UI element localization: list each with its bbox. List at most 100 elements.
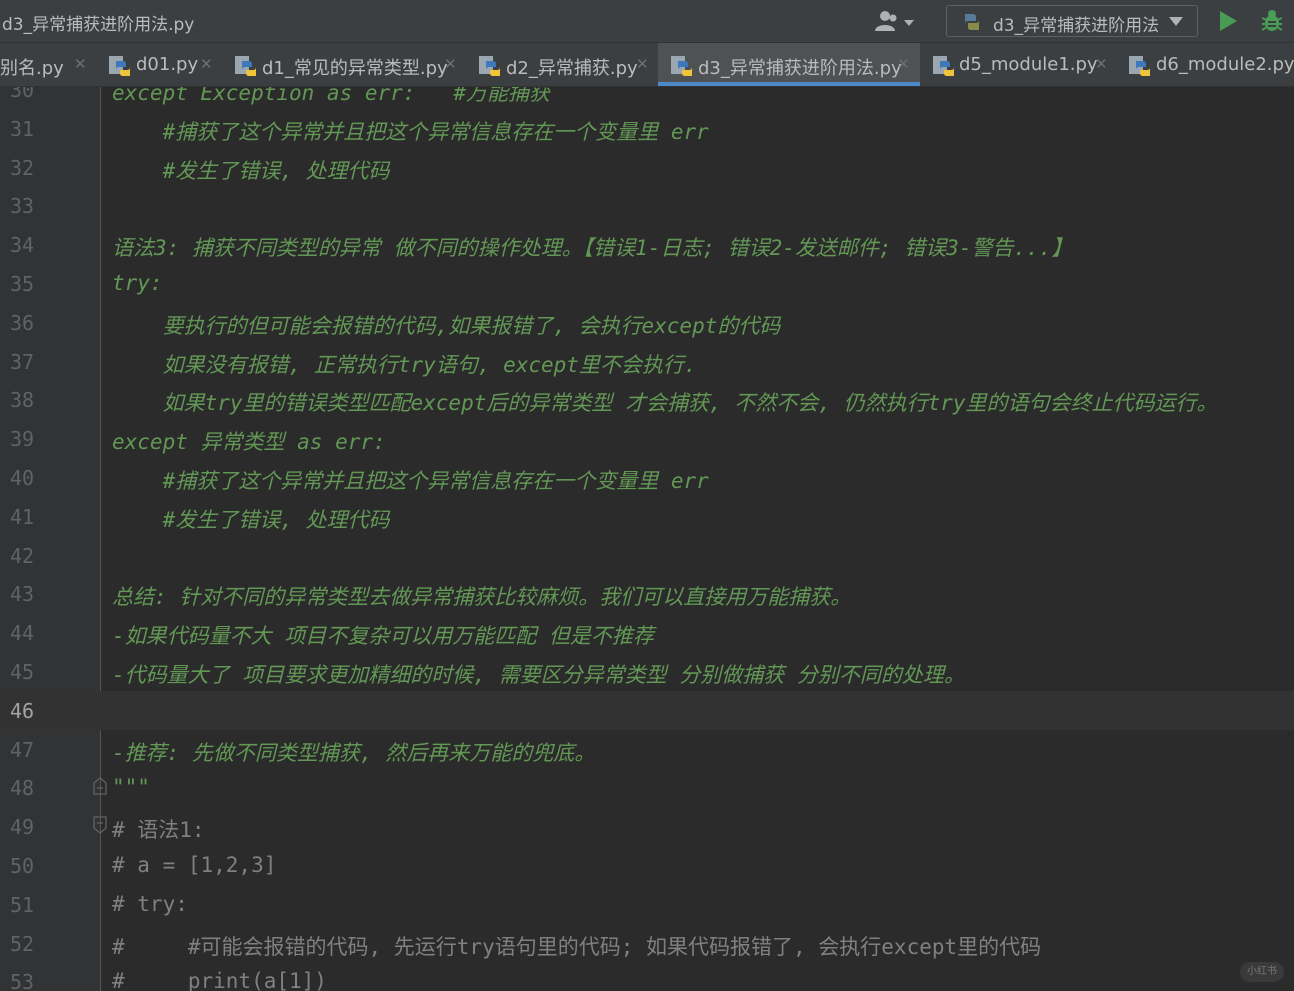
fold-start-icon[interactable]	[92, 816, 108, 834]
close-icon[interactable]: ✕	[636, 55, 649, 73]
line-number: 47	[10, 737, 35, 762]
code-line[interactable]: 36 要执行的但可能会报错的代码,如果报错了, 会执行except的代码	[0, 303, 1294, 342]
code-text: except Exception as err: #万能捕获	[112, 87, 551, 105]
code-line[interactable]: 47 -推荐: 先做不同类型捕获, 然后再来万能的兜底。	[0, 730, 1294, 769]
line-number: 34	[10, 233, 35, 258]
code-text: # a = [1,2,3]	[112, 853, 277, 877]
code-text: #捕获了这个异常并且把这个异常信息存在一个变量里 err	[112, 119, 709, 144]
run-config-label: d3_异常捕获进阶用法	[993, 16, 1160, 36]
tab-label: d01.py	[136, 54, 199, 75]
line-number: 43	[10, 582, 35, 607]
code-text: # #可能会报错的代码, 先运行try语句里的代码; 如果代码报错了, 会执行e…	[112, 934, 1042, 959]
code-line[interactable]: 41 #发生了错误, 处理代码	[0, 497, 1294, 536]
tab-d1-exception-types[interactable]: d1_常见的异常类型.py ✕	[224, 43, 468, 86]
code-line[interactable]: 53 # print(a[1])	[0, 962, 1294, 991]
python-file-icon	[965, 14, 979, 30]
code-text: """	[112, 775, 150, 800]
code-line[interactable]: 43 总结: 针对不同的异常类型去做异常捕获比较麻烦。我们可以直接用万能捕获。	[0, 574, 1294, 613]
run-configuration-selector[interactable]: d3_异常捕获进阶用法	[946, 5, 1198, 37]
code-line[interactable]: 48 """	[0, 768, 1294, 807]
run-button[interactable]	[1218, 10, 1238, 36]
line-number: 44	[10, 621, 35, 646]
line-number: 53	[10, 970, 35, 991]
line-number: 42	[10, 543, 35, 568]
line-number: 40	[10, 466, 35, 490]
python-file-icon	[933, 56, 954, 76]
code-text: 要执行的但可能会报错的代码,如果报错了, 会执行except的代码	[112, 313, 781, 338]
code-line[interactable]: 31 #捕获了这个异常并且把这个异常信息存在一个变量里 err	[0, 109, 1294, 148]
code-line[interactable]: 35 try:	[0, 264, 1294, 303]
line-number: 31	[10, 116, 35, 141]
code-line[interactable]: 46	[0, 690, 1294, 730]
tab-alias[interactable]: 别名.py ✕	[0, 43, 98, 86]
close-icon[interactable]: ✕	[897, 55, 910, 73]
tab-label: 别名.py	[0, 58, 64, 79]
code-text: except 异常类型 as err:	[112, 430, 386, 455]
code-line[interactable]: 52 # #可能会报错的代码, 先运行try语句里的代码; 如果代码报错了, 会执…	[0, 924, 1294, 963]
code-line[interactable]: 45 -代码量大了 项目要求更加精细的时候, 需要区分异常类型 分别做捕获 分别不…	[0, 652, 1294, 691]
debug-button[interactable]	[1259, 8, 1285, 38]
code-text: -代码量大了 项目要求更加精细的时候, 需要区分异常类型 分别做捕获 分别不同的…	[112, 663, 965, 687]
code-line[interactable]: 42	[0, 536, 1294, 575]
code-text: 语法3: 捕获不同类型的异常 做不同的操作处理。【错误1-日志; 错误2-发送邮…	[112, 236, 1073, 261]
python-file-icon	[109, 56, 130, 76]
code-editor[interactable]: 30 except Exception as err: #万能捕获 31 #捕获了这…	[0, 87, 1294, 991]
close-icon[interactable]: ✕	[74, 55, 87, 73]
tab-d5-module1[interactable]: d5_module1.py ✕	[920, 43, 1118, 86]
python-file-icon	[671, 56, 692, 76]
code-text: #捕获了这个异常并且把这个异常信息存在一个变量里 err	[112, 469, 709, 493]
tab-label: d3_异常捕获进阶用法.py	[698, 58, 902, 79]
user-menu-button[interactable]	[872, 9, 918, 33]
line-number: 49	[10, 815, 35, 840]
tab-d01[interactable]: d01.py ✕	[98, 43, 224, 86]
code-text: 总结: 针对不同的异常类型去做异常捕获比较麻烦。我们可以直接用万能捕获。	[112, 585, 852, 610]
python-file-icon	[479, 56, 500, 76]
tab-label: d6_module2.py	[1156, 54, 1294, 75]
code-line[interactable]: 44 -如果代码量不大 项目不复杂可以用万能匹配 但是不推荐	[0, 613, 1294, 652]
fold-end-icon[interactable]	[92, 777, 108, 795]
line-number: 30	[10, 87, 35, 102]
code-line[interactable]: 34 语法3: 捕获不同类型的异常 做不同的操作处理。【错误1-日志; 错误2-发…	[0, 225, 1294, 264]
tab-d6-module2[interactable]: d6_module2.py	[1118, 43, 1294, 86]
tab-d3-advanced-exception[interactable]: d3_异常捕获进阶用法.py ✕	[658, 43, 920, 86]
code-line[interactable]: 51 # try:	[0, 885, 1294, 924]
line-number: 50	[10, 854, 35, 878]
line-number: 45	[10, 660, 35, 684]
code-text: # 语法1:	[112, 818, 205, 843]
code-line[interactable]: 32 #发生了错误, 处理代码	[0, 148, 1294, 187]
python-file-icon	[235, 56, 256, 76]
tab-label: d1_常见的异常类型.py	[262, 58, 448, 79]
line-number: 41	[10, 504, 35, 529]
code-text: 如果try里的错误类型匹配except后的异常类型 才会捕获, 不然不会, 仍然…	[112, 391, 1218, 416]
line-number: 38	[10, 388, 35, 413]
code-text: #发生了错误, 处理代码	[112, 158, 390, 183]
code-line[interactable]: 50 # a = [1,2,3]	[0, 846, 1294, 885]
tab-d2-exception-catch[interactable]: d2_异常捕获.py ✕	[468, 43, 658, 86]
debug-icon	[1261, 10, 1283, 31]
code-line[interactable]: 33	[0, 186, 1294, 225]
chevron-down-icon	[1169, 17, 1183, 26]
code-line[interactable]: 38 如果try里的错误类型匹配except后的异常类型 才会捕获, 不然不会,…	[0, 380, 1294, 419]
run-icon	[1220, 11, 1237, 31]
code-line[interactable]: 49 # 语法1:	[0, 807, 1294, 846]
line-number: 48	[10, 776, 35, 801]
line-number: 51	[10, 892, 35, 917]
code-text: #发生了错误, 处理代码	[112, 507, 390, 532]
editor-tab-bar: 别名.py ✕ d01.py ✕ d1_常见的异常类型.py ✕ d2_异常捕获…	[0, 43, 1294, 87]
close-icon[interactable]: ✕	[200, 55, 213, 73]
line-number: 33	[10, 194, 35, 219]
user-icon	[875, 11, 914, 31]
python-file-icon	[1129, 56, 1150, 76]
tab-label: d5_module1.py	[959, 54, 1098, 75]
close-icon[interactable]: ✕	[1095, 55, 1108, 73]
code-line[interactable]: 30 except Exception as err: #万能捕获	[0, 87, 1294, 109]
code-text: -推荐: 先做不同类型捕获, 然后再来万能的兜底。	[112, 740, 596, 765]
code-line[interactable]: 37 如果没有报错, 正常执行try语句, except里不会执行.	[0, 342, 1294, 381]
title-bar: d3_异常捕获进阶用法.py d3_异常捕获进阶用法	[0, 0, 1294, 43]
code-line[interactable]: 39 except 异常类型 as err:	[0, 419, 1294, 458]
tab-label: d2_异常捕获.py	[506, 58, 638, 79]
close-icon[interactable]: ✕	[444, 55, 457, 73]
window-title: d3_异常捕获进阶用法.py	[2, 15, 195, 35]
code-line[interactable]: 40 #捕获了这个异常并且把这个异常信息存在一个变量里 err	[0, 458, 1294, 497]
line-number: 32	[10, 155, 35, 180]
